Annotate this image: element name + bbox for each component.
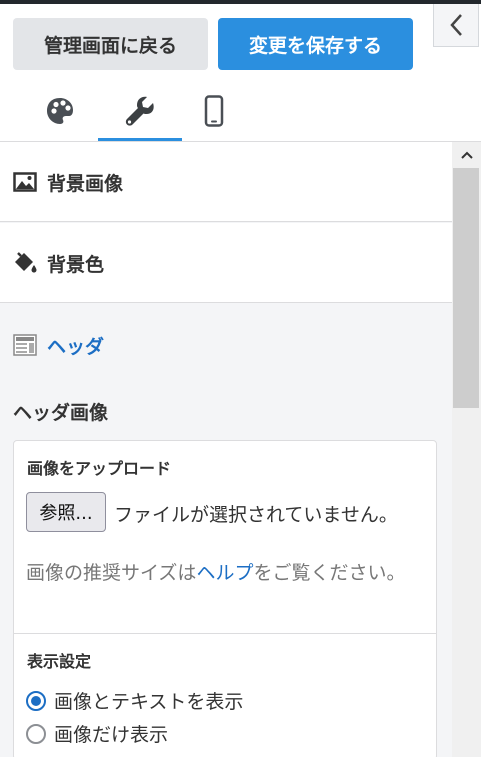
save-changes-button[interactable]: 変更を保存する [218, 18, 413, 70]
mobile-icon [204, 95, 224, 127]
section-background-image[interactable]: 背景画像 [0, 142, 452, 222]
browse-button[interactable]: 参照... [26, 492, 106, 532]
scroll-up-button[interactable] [452, 142, 481, 168]
header-image-title: ヘッダ画像 [13, 402, 109, 424]
tab-settings[interactable] [98, 82, 182, 140]
scrollbar[interactable] [452, 142, 481, 757]
help-suffix: をご覧ください。 [253, 562, 406, 584]
header-image-card: 画像をアップロード 参照... ファイルが選択されていません。 画像の推奨サイズ… [13, 440, 437, 757]
section-background-color[interactable]: 背景色 [0, 223, 452, 303]
section-label: ヘッダ [47, 336, 105, 358]
section-label: 背景画像 [47, 173, 124, 195]
help-prefix: 画像の推奨サイズは [26, 562, 197, 584]
no-file-text: ファイルが選択されていません。 [114, 504, 398, 526]
top-bar [0, 0, 481, 4]
back-to-admin-button[interactable]: 管理画面に戻る [13, 18, 208, 70]
collapse-panel-button[interactable] [433, 4, 479, 47]
header-layout-icon [13, 334, 37, 360]
tab-mobile[interactable] [172, 82, 256, 140]
paint-bucket-icon [13, 251, 37, 275]
image-icon [13, 170, 37, 194]
radio-button[interactable] [26, 690, 46, 711]
radio-option-image-and-text[interactable]: 画像とテキストを表示 [26, 687, 243, 714]
radio-option-image-only[interactable]: 画像だけ表示 [26, 720, 168, 747]
section-header[interactable]: ヘッダ [0, 304, 452, 380]
scroll-thumb[interactable] [453, 168, 479, 408]
help-text: 画像の推奨サイズはヘルプをご覧ください。 [26, 557, 426, 589]
radio-label: 画像だけ表示 [54, 724, 169, 746]
tab-design[interactable] [18, 82, 102, 140]
palette-icon [47, 98, 73, 124]
section-label: 背景色 [47, 254, 105, 276]
display-settings-label: 表示設定 [27, 652, 92, 671]
wrench-icon [125, 96, 154, 126]
help-link[interactable]: ヘルプ [196, 562, 253, 584]
radio-label: 画像とテキストを表示 [54, 691, 244, 713]
upload-label: 画像をアップロード [27, 459, 172, 478]
card-divider [14, 633, 436, 634]
chevron-up-icon [460, 151, 473, 159]
radio-button[interactable] [26, 723, 46, 744]
chevron-left-icon [450, 14, 462, 36]
